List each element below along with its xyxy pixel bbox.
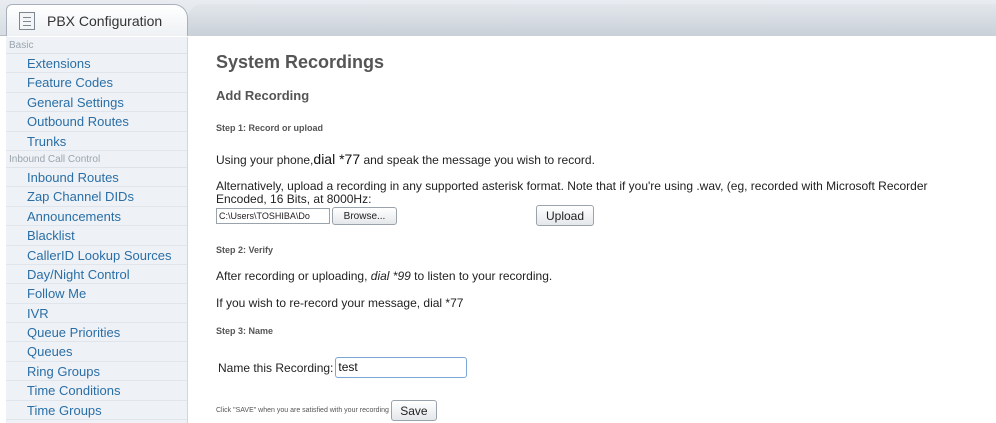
section-heading: Add Recording — [216, 88, 310, 103]
rerecord-instructions: If you wish to re-record your message, d… — [216, 296, 464, 310]
verify-instructions-pre: After recording or uploading, — [216, 269, 371, 283]
save-note: Click "SAVE" when you are satisfied with… — [216, 407, 389, 414]
sidebar-item-announcements[interactable]: Announcements — [6, 206, 187, 227]
page-title: System Recordings — [216, 52, 385, 72]
sidebar-item-inbound-routes[interactable]: Inbound Routes — [6, 167, 187, 188]
verify-dial-code: dial *99 — [370, 269, 411, 283]
name-recording-row: Name this Recording: test — [218, 357, 468, 378]
record-instructions-pre: Using your phone, — [216, 153, 314, 167]
browse-button[interactable]: Browse... — [332, 207, 397, 225]
verify-instructions-post: to listen to your recording. — [410, 269, 553, 283]
sidebar-section-basic: Basic — [6, 37, 187, 54]
sidebar-item-queues[interactable]: Queues — [6, 342, 187, 362]
sidebar-item-blacklist[interactable]: Blacklist — [6, 226, 187, 246]
record-instructions-post: and speak the message you wish to record… — [360, 153, 595, 167]
sidebar-menu: Basic Extensions Feature Codes General S… — [6, 37, 188, 423]
step1-heading: Step 1: Record or upload — [216, 123, 324, 133]
sidebar-item-trunks[interactable]: Trunks — [6, 131, 187, 151]
file-path-input[interactable]: C:\Users\TOSHIBA\Do — [216, 208, 330, 224]
name-recording-label: Name this Recording: — [218, 360, 334, 375]
document-icon — [19, 11, 35, 30]
record-instructions: Using your phone,dial *77 and speak the … — [216, 151, 595, 167]
save-row: Click "SAVE" when you are satisfied with… — [216, 400, 437, 421]
sidebar-section-inbound-call-control: Inbound Call Control — [6, 150, 187, 168]
file-upload-row: C:\Users\TOSHIBA\Do Browse... — [216, 207, 397, 225]
sidebar-item-zap-channel-dids[interactable]: Zap Channel DIDs — [6, 187, 187, 207]
recording-name-input[interactable]: test — [335, 357, 468, 378]
sidebar-item-callerid-lookup-sources[interactable]: CallerID Lookup Sources — [6, 245, 187, 265]
step3-heading: Step 3: Name — [216, 326, 274, 336]
main-content: System Recordings Add Recording Step 1: … — [216, 37, 996, 423]
upload-button[interactable]: Upload — [536, 205, 594, 226]
tab-pbx-configuration[interactable]: PBX Configuration — [6, 4, 188, 36]
tab-label: PBX Configuration — [47, 12, 163, 29]
sidebar-item-general-settings[interactable]: General Settings — [6, 92, 187, 113]
sidebar-item-time-conditions[interactable]: Time Conditions — [6, 381, 187, 401]
record-dial-code: dial *77 — [313, 151, 361, 167]
sidebar-item-day-night-control[interactable]: Day/Night Control — [6, 264, 187, 285]
sidebar-item-feature-codes[interactable]: Feature Codes — [6, 73, 187, 93]
step2-heading: Step 2: Verify — [216, 245, 274, 255]
top-tab-bar: PBX Configuration — [0, 0, 996, 36]
sidebar-item-queue-priorities[interactable]: Queue Priorities — [6, 323, 187, 343]
sidebar-item-extensions[interactable]: Extensions — [6, 54, 187, 74]
sidebar-item-ring-groups[interactable]: Ring Groups — [6, 361, 187, 382]
sidebar-item-ivr[interactable]: IVR — [6, 303, 187, 324]
sidebar-item-outbound-routes[interactable]: Outbound Routes — [6, 112, 187, 132]
sidebar-item-follow-me[interactable]: Follow Me — [6, 284, 187, 304]
save-button[interactable]: Save — [390, 400, 437, 421]
upload-instructions-line1: Alternatively, upload a recording in any… — [216, 179, 928, 193]
tab-strip-background — [188, 4, 996, 36]
upload-instructions-line2: Encoded, 16 Bits, at 8000Hz: — [216, 192, 372, 206]
verify-instructions: After recording or uploading, dial *99 t… — [216, 269, 552, 283]
sidebar-item-time-groups[interactable]: Time Groups — [6, 400, 187, 421]
